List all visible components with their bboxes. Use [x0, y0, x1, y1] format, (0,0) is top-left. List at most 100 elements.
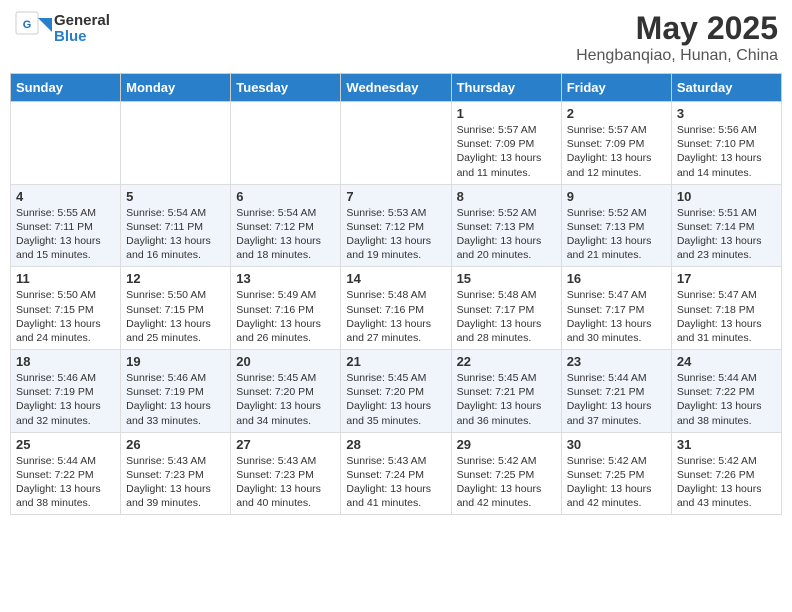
calendar-header-row: SundayMondayTuesdayWednesdayThursdayFrid… [11, 74, 782, 102]
day-info: Sunrise: 5:44 AM Sunset: 7:22 PM Dayligh… [16, 454, 115, 511]
day-number: 1 [457, 106, 556, 121]
day-number: 22 [457, 354, 556, 369]
day-number: 2 [567, 106, 666, 121]
day-info: Sunrise: 5:52 AM Sunset: 7:13 PM Dayligh… [567, 206, 666, 263]
day-number: 16 [567, 271, 666, 286]
calendar-cell: 6 Sunrise: 5:54 AM Sunset: 7:12 PM Daylig… [231, 184, 341, 267]
title-section: May 2025 Hengbanqiao, Hunan, China [576, 10, 778, 65]
day-number: 21 [346, 354, 445, 369]
day-info: Sunrise: 5:43 AM Sunset: 7:24 PM Dayligh… [346, 454, 445, 511]
day-info: Sunrise: 5:45 AM Sunset: 7:21 PM Dayligh… [457, 371, 556, 428]
day-info: Sunrise: 5:55 AM Sunset: 7:11 PM Dayligh… [16, 206, 115, 263]
calendar-cell: 21Sunrise: 5:45 AM Sunset: 7:20 PM Dayli… [341, 350, 451, 433]
calendar-week-row: 4 Sunrise: 5:55 AM Sunset: 7:11 PM Daylig… [11, 184, 782, 267]
day-number: 9 [567, 189, 666, 204]
calendar-cell: 11 Sunrise: 5:50 AM Sunset: 7:15 PM Dayli… [11, 267, 121, 350]
header-saturday: Saturday [671, 74, 781, 102]
day-number: 13 [236, 271, 335, 286]
calendar-cell: 29Sunrise: 5:42 AM Sunset: 7:25 PM Dayli… [451, 432, 561, 515]
page-title: May 2025 [576, 10, 778, 47]
day-number: 28 [346, 437, 445, 452]
logo-general: General [54, 12, 110, 29]
calendar-cell: 5Sunrise: 5:54 AM Sunset: 7:11 PM Daylig… [121, 184, 231, 267]
calendar-cell: 23Sunrise: 5:44 AM Sunset: 7:21 PM Dayli… [561, 350, 671, 433]
day-info: Sunrise: 5:46 AM Sunset: 7:19 PM Dayligh… [16, 371, 115, 428]
day-info: Sunrise: 5:42 AM Sunset: 7:25 PM Dayligh… [567, 454, 666, 511]
header-sunday: Sunday [11, 74, 121, 102]
calendar-cell [11, 102, 121, 185]
calendar-cell: 15 Sunrise: 5:48 AM Sunset: 7:17 PM Dayli… [451, 267, 561, 350]
calendar-cell: 19Sunrise: 5:46 AM Sunset: 7:19 PM Dayli… [121, 350, 231, 433]
day-number: 3 [677, 106, 776, 121]
calendar-cell: 20Sunrise: 5:45 AM Sunset: 7:20 PM Dayli… [231, 350, 341, 433]
calendar-cell: 1 Sunrise: 5:57 AM Sunset: 7:09 PM Daylig… [451, 102, 561, 185]
day-info: Sunrise: 5:54 AM Sunset: 7:11 PM Dayligh… [126, 206, 225, 263]
day-number: 26 [126, 437, 225, 452]
calendar-cell: 18 Sunrise: 5:46 AM Sunset: 7:19 PM Dayli… [11, 350, 121, 433]
day-info: Sunrise: 5:42 AM Sunset: 7:25 PM Dayligh… [457, 454, 556, 511]
logo-blue: Blue [54, 29, 110, 46]
calendar-cell: 8Sunrise: 5:52 AM Sunset: 7:13 PM Daylig… [451, 184, 561, 267]
header-friday: Friday [561, 74, 671, 102]
day-info: Sunrise: 5:57 AM Sunset: 7:09 PM Dayligh… [567, 123, 666, 180]
day-number: 31 [677, 437, 776, 452]
day-info: Sunrise: 5:50 AM Sunset: 7:15 PM Dayligh… [126, 288, 225, 345]
header-monday: Monday [121, 74, 231, 102]
day-info: Sunrise: 5:57 AM Sunset: 7:09 PM Dayligh… [457, 123, 556, 180]
day-number: 15 [457, 271, 556, 286]
calendar-week-row: 18 Sunrise: 5:46 AM Sunset: 7:19 PM Dayli… [11, 350, 782, 433]
calendar-week-row: 25 Sunrise: 5:44 AM Sunset: 7:22 PM Dayli… [11, 432, 782, 515]
calendar-cell [341, 102, 451, 185]
calendar-cell: 7 Sunrise: 5:53 AM Sunset: 7:12 PM Daylig… [341, 184, 451, 267]
day-number: 17 [677, 271, 776, 286]
header-thursday: Thursday [451, 74, 561, 102]
day-info: Sunrise: 5:56 AM Sunset: 7:10 PM Dayligh… [677, 123, 776, 180]
calendar-cell: 9 Sunrise: 5:52 AM Sunset: 7:13 PM Daylig… [561, 184, 671, 267]
calendar-table: SundayMondayTuesdayWednesdayThursdayFrid… [10, 73, 782, 515]
day-info: Sunrise: 5:53 AM Sunset: 7:12 PM Dayligh… [346, 206, 445, 263]
day-info: Sunrise: 5:49 AM Sunset: 7:16 PM Dayligh… [236, 288, 335, 345]
day-info: Sunrise: 5:51 AM Sunset: 7:14 PM Dayligh… [677, 206, 776, 263]
day-number: 6 [236, 189, 335, 204]
calendar-cell: 4 Sunrise: 5:55 AM Sunset: 7:11 PM Daylig… [11, 184, 121, 267]
calendar-cell: 28 Sunrise: 5:43 AM Sunset: 7:24 PM Dayli… [341, 432, 451, 515]
day-number: 14 [346, 271, 445, 286]
svg-text:G: G [23, 19, 32, 31]
day-info: Sunrise: 5:54 AM Sunset: 7:12 PM Dayligh… [236, 206, 335, 263]
day-number: 30 [567, 437, 666, 452]
header-tuesday: Tuesday [231, 74, 341, 102]
page-subtitle: Hengbanqiao, Hunan, China [576, 47, 778, 65]
calendar-cell: 16 Sunrise: 5:47 AM Sunset: 7:17 PM Dayli… [561, 267, 671, 350]
day-info: Sunrise: 5:47 AM Sunset: 7:17 PM Dayligh… [567, 288, 666, 345]
calendar-cell: 27Sunrise: 5:43 AM Sunset: 7:23 PM Dayli… [231, 432, 341, 515]
day-number: 23 [567, 354, 666, 369]
day-info: Sunrise: 5:48 AM Sunset: 7:16 PM Dayligh… [346, 288, 445, 345]
header-wednesday: Wednesday [341, 74, 451, 102]
day-info: Sunrise: 5:50 AM Sunset: 7:15 PM Dayligh… [16, 288, 115, 345]
day-info: Sunrise: 5:48 AM Sunset: 7:17 PM Dayligh… [457, 288, 556, 345]
logo: G General Blue [14, 10, 110, 48]
day-info: Sunrise: 5:43 AM Sunset: 7:23 PM Dayligh… [126, 454, 225, 511]
day-number: 11 [16, 271, 115, 286]
day-number: 20 [236, 354, 335, 369]
calendar-cell [121, 102, 231, 185]
calendar-cell: 3 Sunrise: 5:56 AM Sunset: 7:10 PM Daylig… [671, 102, 781, 185]
calendar-cell: 13 Sunrise: 5:49 AM Sunset: 7:16 PM Dayli… [231, 267, 341, 350]
day-number: 10 [677, 189, 776, 204]
day-number: 18 [16, 354, 115, 369]
calendar-cell [231, 102, 341, 185]
calendar-cell: 14 Sunrise: 5:48 AM Sunset: 7:16 PM Dayli… [341, 267, 451, 350]
calendar-week-row: 11 Sunrise: 5:50 AM Sunset: 7:15 PM Dayli… [11, 267, 782, 350]
day-number: 4 [16, 189, 115, 204]
day-number: 7 [346, 189, 445, 204]
header: G General Blue May 2025 Hengbanqiao, Hun… [10, 10, 782, 65]
calendar-cell: 17 Sunrise: 5:47 AM Sunset: 7:18 PM Dayli… [671, 267, 781, 350]
calendar-cell: 12Sunrise: 5:50 AM Sunset: 7:15 PM Dayli… [121, 267, 231, 350]
day-info: Sunrise: 5:47 AM Sunset: 7:18 PM Dayligh… [677, 288, 776, 345]
day-number: 8 [457, 189, 556, 204]
calendar-cell: 24Sunrise: 5:44 AM Sunset: 7:22 PM Dayli… [671, 350, 781, 433]
day-number: 27 [236, 437, 335, 452]
day-number: 25 [16, 437, 115, 452]
calendar-cell: 26 Sunrise: 5:43 AM Sunset: 7:23 PM Dayli… [121, 432, 231, 515]
day-number: 19 [126, 354, 225, 369]
